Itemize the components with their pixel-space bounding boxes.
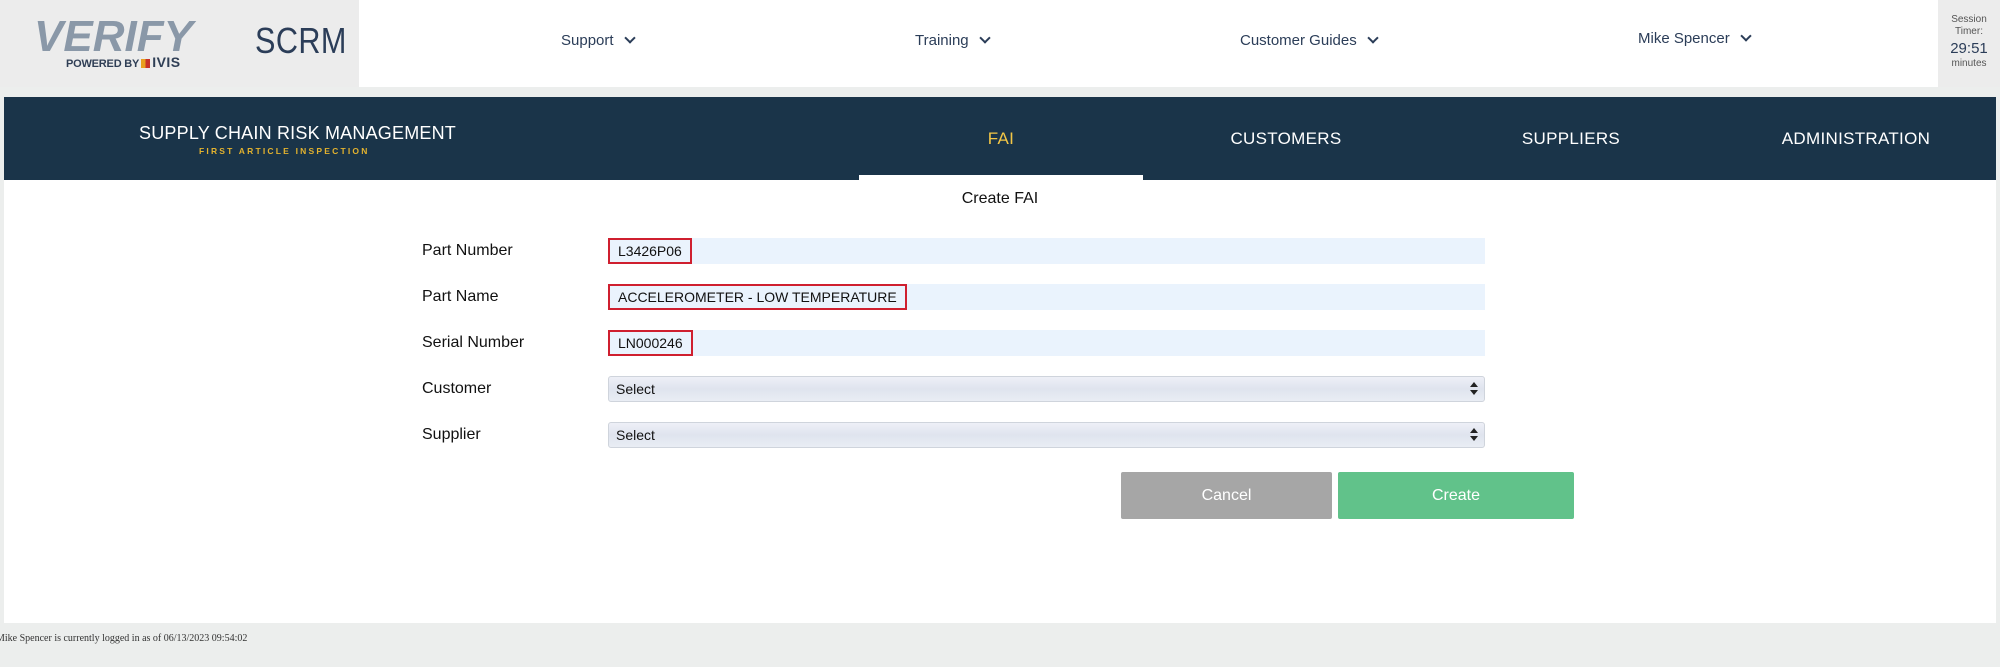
part-number-value: L3426P06	[608, 238, 692, 264]
nav-customer-guides-label: Customer Guides	[1240, 32, 1357, 49]
select-arrows-icon	[1470, 428, 1478, 442]
module-title: SUPPLY CHAIN RISK MANAGEMENT	[139, 123, 456, 143]
supplier-select[interactable]: Select	[608, 422, 1485, 448]
serial-number-field[interactable]: LN000246	[608, 330, 1485, 356]
select-arrows-icon	[1470, 382, 1478, 396]
tab-fai[interactable]: FAI	[859, 97, 1143, 180]
part-number-field[interactable]: L3426P06	[608, 238, 1485, 264]
brand-area: VERIFY POWERED BY IVIS SCRM	[0, 0, 359, 87]
session-timer-label: Session Timer:	[1951, 14, 1987, 37]
customer-select-value: Select	[616, 381, 655, 397]
app-name: SCRM	[255, 20, 347, 61]
nav-support-label: Support	[561, 32, 614, 49]
module-subtitle: FIRST ARTICLE INSPECTION	[199, 146, 370, 156]
part-name-value: ACCELEROMETER - LOW TEMPERATURE	[608, 284, 907, 310]
top-bar: VERIFY POWERED BY IVIS SCRM Support Train…	[0, 0, 2000, 87]
nav-training-label: Training	[915, 32, 969, 49]
session-timer: Session Timer: 29:51 minutes	[1938, 0, 2000, 87]
verify-logo[interactable]: VERIFY POWERED BY IVIS	[34, 12, 214, 70]
session-timer-unit: minutes	[1951, 58, 1987, 69]
main-nav-band: SUPPLY CHAIN RISK MANAGEMENT FIRST ARTIC…	[4, 97, 1996, 180]
login-status: Mike Spencer is currently logged in as o…	[0, 633, 248, 644]
nav-customer-guides[interactable]: Customer Guides	[1240, 32, 1379, 49]
nav-support[interactable]: Support	[561, 32, 636, 49]
part-name-label: Part Name	[422, 288, 499, 305]
create-fai-panel: Create FAI Part Number L3426P06 Part Nam…	[4, 180, 1996, 623]
chevron-down-icon	[978, 32, 991, 44]
user-menu[interactable]: Mike Spencer	[1638, 30, 1752, 47]
supplier-label: Supplier	[422, 426, 481, 443]
page-title: Create FAI	[961, 190, 1039, 207]
chevron-down-icon	[1740, 30, 1752, 42]
user-name: Mike Spencer	[1638, 30, 1730, 47]
tab-administration[interactable]: ADMINISTRATION	[1714, 97, 1998, 180]
chevron-down-icon	[623, 32, 636, 44]
tab-suppliers[interactable]: SUPPLIERS	[1429, 97, 1713, 180]
serial-number-value: LN000246	[608, 330, 693, 356]
part-name-field[interactable]: ACCELEROMETER - LOW TEMPERATURE	[608, 284, 1485, 310]
logo-powered-by: POWERED BY IVIS	[66, 54, 181, 70]
customer-label: Customer	[422, 380, 492, 397]
customer-select[interactable]: Select	[608, 376, 1485, 402]
session-timer-value: 29:51	[1950, 40, 1988, 57]
ivis-mark-icon	[141, 59, 151, 68]
part-number-label: Part Number	[422, 242, 513, 259]
nav-training[interactable]: Training	[915, 32, 991, 49]
serial-number-label: Serial Number	[422, 334, 525, 351]
supplier-select-value: Select	[616, 427, 655, 443]
chevron-down-icon	[1367, 32, 1379, 44]
tab-customers[interactable]: CUSTOMERS	[1144, 97, 1428, 180]
create-button[interactable]: Create	[1338, 472, 1574, 519]
cancel-button[interactable]: Cancel	[1121, 472, 1332, 519]
